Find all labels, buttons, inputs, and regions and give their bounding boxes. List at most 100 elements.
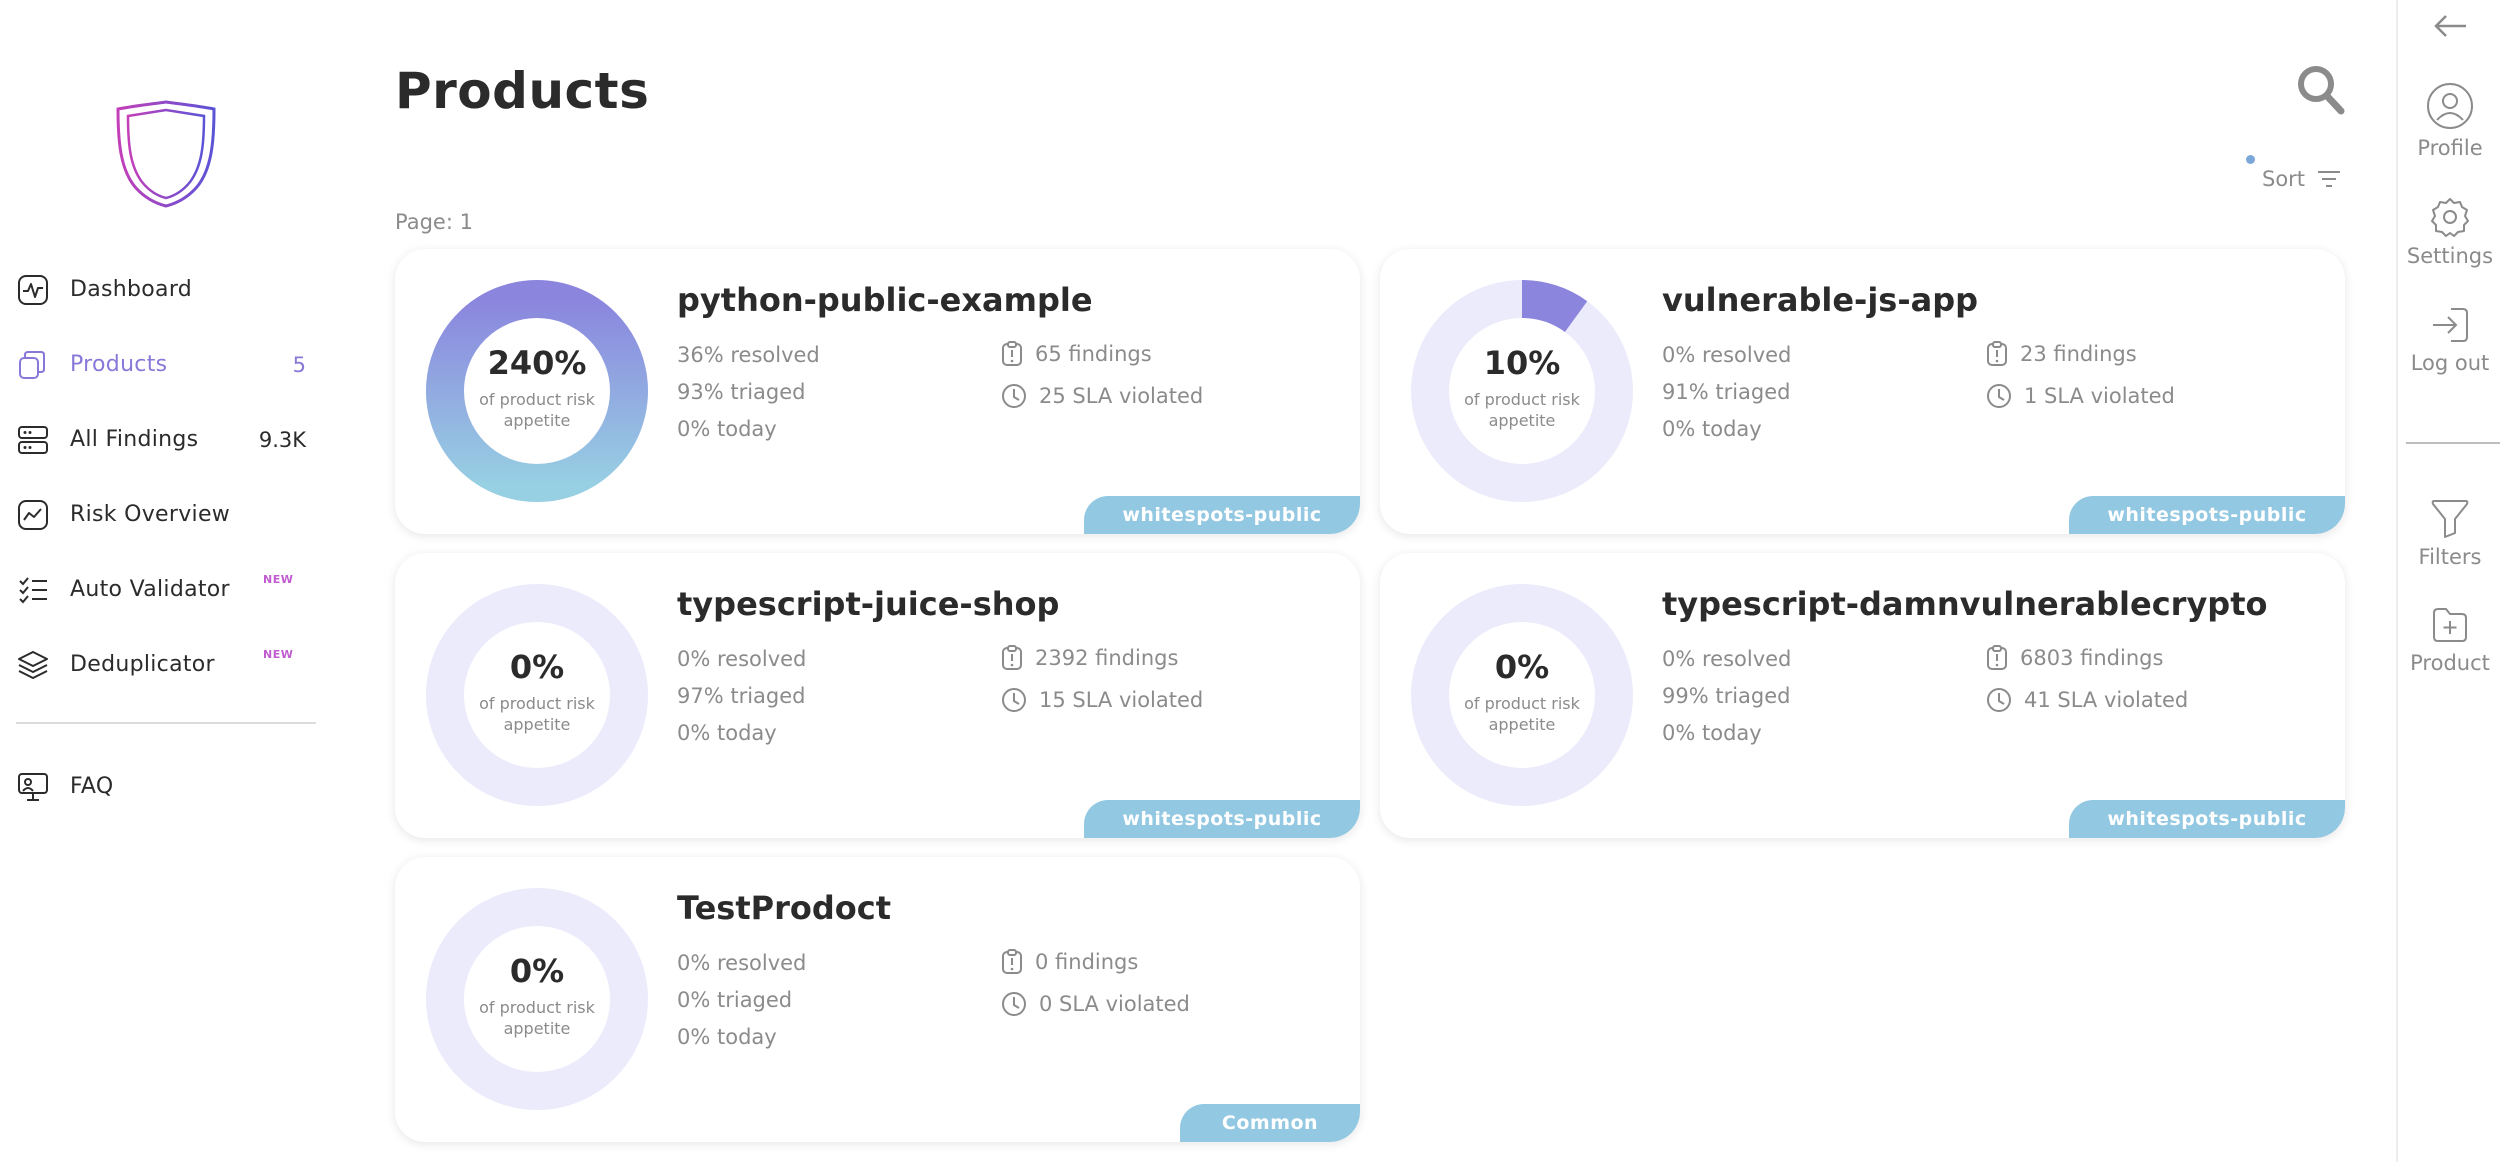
team-tag[interactable]: whitespots-public: [1084, 800, 1360, 838]
findings-metric: 2392 findings: [1001, 645, 1178, 671]
product-card-typescript-juice-shop[interactable]: 0% of product risk appetite typescript-j…: [395, 553, 1360, 838]
search-icon: [2298, 66, 2345, 115]
sla-violated: 1 SLA violated: [2024, 384, 2175, 408]
gear-icon: [2431, 198, 2469, 237]
clipboard-icon: [1987, 645, 2007, 670]
product-name[interactable]: python-public-example: [677, 281, 1093, 319]
sidebar-item-products[interactable]: Products 5: [16, 327, 316, 402]
findings-count: 0 findings: [1035, 950, 1139, 974]
product-card-python-public-example[interactable]: 240% of product risk appetite python-pub…: [395, 249, 1360, 534]
sidebar-item-faq[interactable]: FAQ: [16, 749, 316, 824]
risk-percent: 0%: [509, 952, 565, 990]
clipboard-icon: [1002, 645, 1022, 670]
right-rail: Profile Settings Log out Filters Product: [2396, 0, 2500, 1162]
team-tag[interactable]: whitespots-public: [2069, 800, 2345, 838]
product-label: Product: [2410, 651, 2490, 675]
sort-button[interactable]: Sort: [2262, 164, 2341, 194]
add-product-button[interactable]: Product: [2398, 605, 2500, 675]
logout-icon: [2433, 308, 2468, 342]
clock-icon: [1987, 688, 2011, 712]
sla-metric: 15 SLA violated: [1001, 687, 1203, 713]
today-stat: 0% today: [677, 721, 777, 745]
sidebar-item-label: All Findings: [70, 427, 199, 452]
risk-caption: of product risk appetite: [479, 694, 595, 734]
sidebar-item-label: Auto Validator: [70, 577, 230, 602]
resolved-stat: 0% resolved: [1662, 343, 1792, 367]
sla-violated: 41 SLA violated: [2024, 688, 2189, 712]
triaged-stat: 0% triaged: [677, 988, 793, 1012]
product-card-typescript-damnvulnerablecrypto[interactable]: 0% of product risk appetite typescript-d…: [1380, 553, 2345, 838]
layers-icon: [16, 648, 50, 682]
team-tag[interactable]: whitespots-public: [2069, 496, 2345, 534]
folder-plus-icon: [2433, 608, 2467, 642]
product-card-vulnerable-js-app[interactable]: 10% of product risk appetite vulnerable-…: [1380, 249, 2345, 534]
sidebar-item-deduplicator[interactable]: Deduplicator NEW: [16, 627, 316, 702]
risk-percent: 10%: [1483, 344, 1561, 382]
settings-label: Settings: [2406, 244, 2494, 268]
findings-count: 65 findings: [1035, 342, 1152, 366]
sidebar-item-label: Deduplicator: [70, 652, 215, 677]
findings-count: 9.3K: [258, 427, 306, 452]
product-name[interactable]: vulnerable-js-app: [1662, 281, 1978, 319]
sidebar-item-label: Risk Overview: [70, 502, 231, 527]
resolved-stat: 36% resolved: [677, 343, 820, 367]
sidebar-item-auto-validator[interactable]: Auto Validator NEW: [16, 552, 316, 627]
clipboard-icon: [1002, 949, 1022, 974]
findings-metric: 0 findings: [1001, 949, 1138, 975]
presentation-icon: [16, 770, 50, 804]
filters-label: Filters: [2418, 545, 2482, 569]
sla-violated: 15 SLA violated: [1039, 688, 1204, 712]
logout-button[interactable]: Log out: [2398, 305, 2500, 375]
sla-violated: 25 SLA violated: [1039, 384, 1204, 408]
profile-button[interactable]: Profile: [2398, 82, 2500, 160]
findings-count: 2392 findings: [1035, 646, 1179, 670]
arrow-left-icon[interactable]: [2430, 12, 2470, 40]
risk-percent: 240%: [487, 344, 587, 382]
triaged-stat: 97% triaged: [677, 684, 806, 708]
sidebar-item-label: FAQ: [70, 774, 114, 799]
clock-icon: [1002, 992, 1026, 1016]
today-stat: 0% today: [677, 417, 777, 441]
sla-metric: 0 SLA violated: [1001, 991, 1190, 1017]
risk-caption: of product risk appetite: [479, 998, 595, 1038]
pulse-icon: [16, 273, 50, 307]
main-nav: Dashboard Products 5 All Findings 9.3K R…: [16, 252, 316, 824]
resolved-stat: 0% resolved: [677, 951, 807, 975]
sidebar: Dashboard Products 5 All Findings 9.3K R…: [0, 0, 330, 1162]
sla-violated: 0 SLA violated: [1039, 992, 1190, 1016]
sort-label: Sort: [2262, 167, 2306, 191]
findings-count: 6803 findings: [2020, 646, 2164, 670]
funnel-icon: [2431, 500, 2469, 538]
shield-logo-icon[interactable]: [114, 100, 218, 208]
sidebar-item-label: Products: [70, 352, 168, 377]
server-icon: [16, 423, 50, 457]
filters-button[interactable]: Filters: [2398, 497, 2500, 569]
findings-metric: 23 findings: [1986, 341, 2137, 367]
product-name[interactable]: typescript-damnvulnerablecrypto: [1662, 585, 2267, 623]
clipboard-icon: [1987, 341, 2007, 366]
sidebar-item-all-findings[interactable]: All Findings 9.3K: [16, 402, 316, 477]
triaged-stat: 91% triaged: [1662, 380, 1791, 404]
rail-divider: [2406, 442, 2500, 444]
sidebar-item-risk-overview[interactable]: Risk Overview: [16, 477, 316, 552]
team-tag[interactable]: Common: [1180, 1104, 1360, 1142]
logout-label: Log out: [2410, 351, 2490, 375]
product-name[interactable]: TestProdoct: [677, 889, 891, 927]
clock-icon: [1002, 688, 1026, 712]
risk-caption: of product risk appetite: [1464, 694, 1580, 734]
search-button[interactable]: [2296, 64, 2346, 116]
product-card-TestProdoct[interactable]: 0% of product risk appetite TestProdoct …: [395, 857, 1360, 1142]
team-tag[interactable]: whitespots-public: [1084, 496, 1360, 534]
risk-caption: of product risk appetite: [1464, 390, 1580, 430]
triaged-stat: 93% triaged: [677, 380, 806, 404]
risk-percent: 0%: [509, 648, 565, 686]
sidebar-item-dashboard[interactable]: Dashboard: [16, 252, 316, 327]
today-stat: 0% today: [677, 1025, 777, 1049]
sla-metric: 1 SLA violated: [1986, 383, 2175, 409]
resolved-stat: 0% resolved: [1662, 647, 1792, 671]
findings-metric: 6803 findings: [1986, 645, 2163, 671]
new-badge: NEW: [263, 573, 294, 586]
sla-metric: 25 SLA violated: [1001, 383, 1203, 409]
product-name[interactable]: typescript-juice-shop: [677, 585, 1059, 623]
settings-button[interactable]: Settings: [2398, 196, 2500, 268]
